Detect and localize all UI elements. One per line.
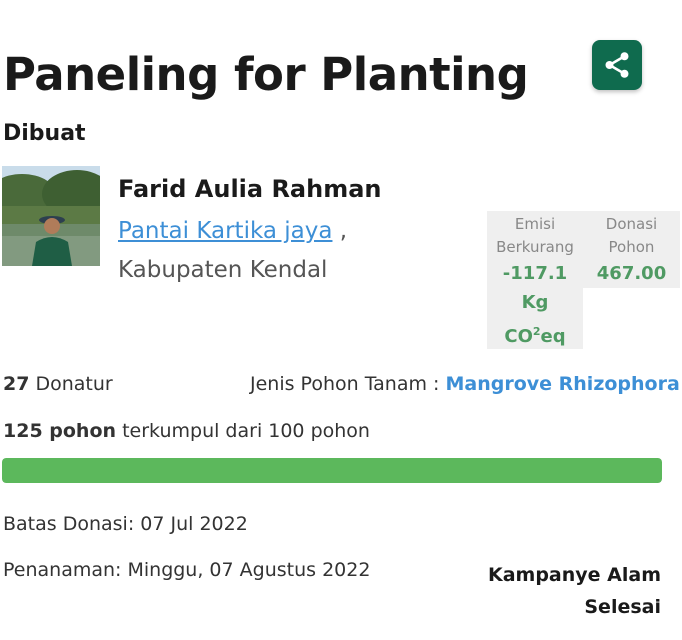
trees-collected: 125 pohon terkumpul dari 100 pohon	[3, 420, 370, 442]
created-by-label: Dibuat	[3, 121, 86, 146]
regency-label: Kabupaten Kendal	[118, 257, 328, 283]
creator-name: Farid Aulia Rahman	[118, 175, 382, 203]
location-line: Pantai Kartika jaya ,	[118, 218, 347, 244]
tree-type: Jenis Pohon Tanam : Mangrove Rhizophora	[250, 373, 680, 395]
donor-count: 27 Donatur	[3, 373, 113, 395]
share-icon	[605, 52, 629, 78]
emission-value: -117.1 Kg CO2eq	[502, 263, 568, 347]
campaign-status: Kampanye Alam Selesai	[487, 564, 661, 618]
share-button[interactable]	[592, 40, 642, 90]
emission-label: Emisi Berkurang	[496, 215, 574, 256]
emission-stat: Emisi Berkurang -117.1 Kg CO2eq	[487, 211, 583, 349]
location-separator: ,	[332, 218, 348, 244]
collection-progress-bar	[2, 458, 662, 483]
tree-type-link[interactable]: Mangrove Rhizophora	[445, 373, 679, 395]
avatar	[2, 166, 100, 266]
donation-value: 467.00	[596, 263, 667, 284]
donation-label: Donasi Pohon	[605, 215, 658, 256]
collection-progress-fill	[2, 458, 662, 483]
donation-stat: Donasi Pohon 467.00	[583, 211, 680, 288]
page-title: Paneling for Planting	[3, 48, 529, 101]
donation-deadline: Batas Donasi: 07 Jul 2022	[3, 513, 248, 535]
planting-date: Penanaman: Minggu, 07 Agustus 2022	[3, 559, 371, 581]
location-link[interactable]: Pantai Kartika jaya	[118, 218, 332, 244]
